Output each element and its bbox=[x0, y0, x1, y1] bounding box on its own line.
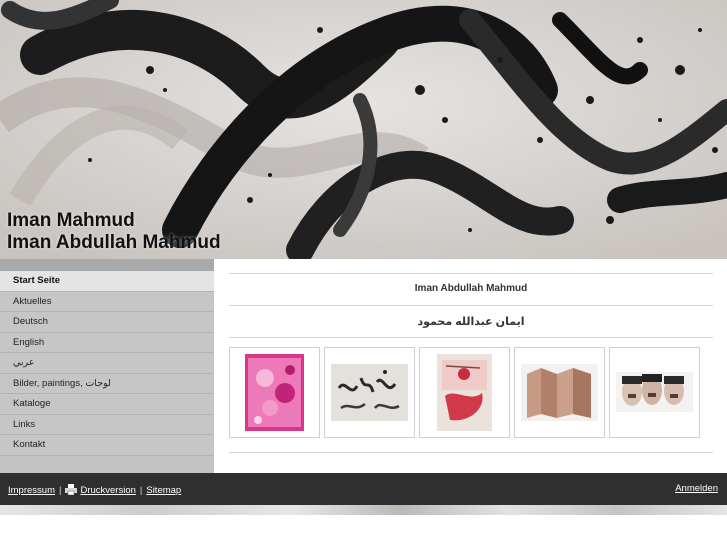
bottom-strip bbox=[0, 505, 727, 545]
nav-item-kontakt[interactable]: Kontakt bbox=[0, 435, 214, 456]
folded-book-thumbnail-icon bbox=[521, 364, 598, 421]
site-title[interactable]: Iman Mahmud Iman Abdullah Mahmud bbox=[7, 210, 221, 254]
pink-painting-thumbnail-icon bbox=[245, 354, 304, 431]
footer-separator: | bbox=[139, 485, 143, 496]
gallery-thumbnail-3[interactable] bbox=[419, 347, 510, 438]
main-content: Iman Abdullah Mahmud ايمان عبدالله محمود bbox=[214, 259, 727, 473]
login-link[interactable]: Anmelden bbox=[675, 483, 718, 494]
divider bbox=[229, 337, 713, 338]
divider bbox=[229, 305, 713, 306]
site-title-line2: Iman Abdullah Mahmud bbox=[7, 232, 221, 253]
sidebar-navigation: Start Seite Aktuelles Deutsch English عر… bbox=[0, 259, 214, 473]
sidebar-top-band bbox=[0, 259, 214, 271]
footer-bar: Impressum | Druckversion | Sitemap Anmel… bbox=[0, 473, 727, 505]
faces-thumbnail-icon bbox=[616, 372, 693, 412]
sitemap-link[interactable]: Sitemap bbox=[146, 485, 181, 496]
site-title-line1: Iman Mahmud bbox=[7, 210, 135, 231]
nav-item-links[interactable]: Links bbox=[0, 414, 214, 435]
divider bbox=[229, 452, 713, 453]
heading-arabic: ايمان عبدالله محمود bbox=[417, 316, 525, 328]
header-banner: Iman Mahmud Iman Abdullah Mahmud bbox=[0, 0, 727, 259]
druckversion-link[interactable]: Druckversion bbox=[80, 485, 135, 496]
nav-item-kataloge[interactable]: Kataloge bbox=[0, 394, 214, 415]
nav-item-start-seite[interactable]: Start Seite bbox=[0, 271, 214, 292]
gallery-thumbnail-5[interactable] bbox=[609, 347, 700, 438]
nav-item-english[interactable]: English bbox=[0, 332, 214, 353]
impressum-link[interactable]: Impressum bbox=[8, 485, 55, 496]
divider bbox=[229, 273, 713, 274]
bottom-texture bbox=[0, 505, 727, 515]
gallery-thumbnail-1[interactable] bbox=[229, 347, 320, 438]
footer-links: Impressum | Druckversion | Sitemap bbox=[8, 484, 181, 496]
nav-item-aktuelles[interactable]: Aktuelles bbox=[0, 291, 214, 312]
nav-item-bilder[interactable]: Bilder, paintings, لوحات bbox=[0, 373, 214, 394]
heading-latin: Iman Abdullah Mahmud bbox=[414, 283, 528, 294]
gallery-thumbnail-4[interactable] bbox=[514, 347, 605, 438]
nav-item-deutsch[interactable]: Deutsch bbox=[0, 312, 214, 333]
calligraphy-thumbnail-icon bbox=[331, 364, 408, 421]
nav-item-arabic[interactable]: عربي bbox=[0, 353, 214, 374]
gallery-thumbnail-2[interactable] bbox=[324, 347, 415, 438]
footer-separator: | bbox=[58, 485, 62, 496]
printer-icon bbox=[65, 484, 78, 496]
red-painting-thumbnail-icon bbox=[437, 354, 492, 431]
